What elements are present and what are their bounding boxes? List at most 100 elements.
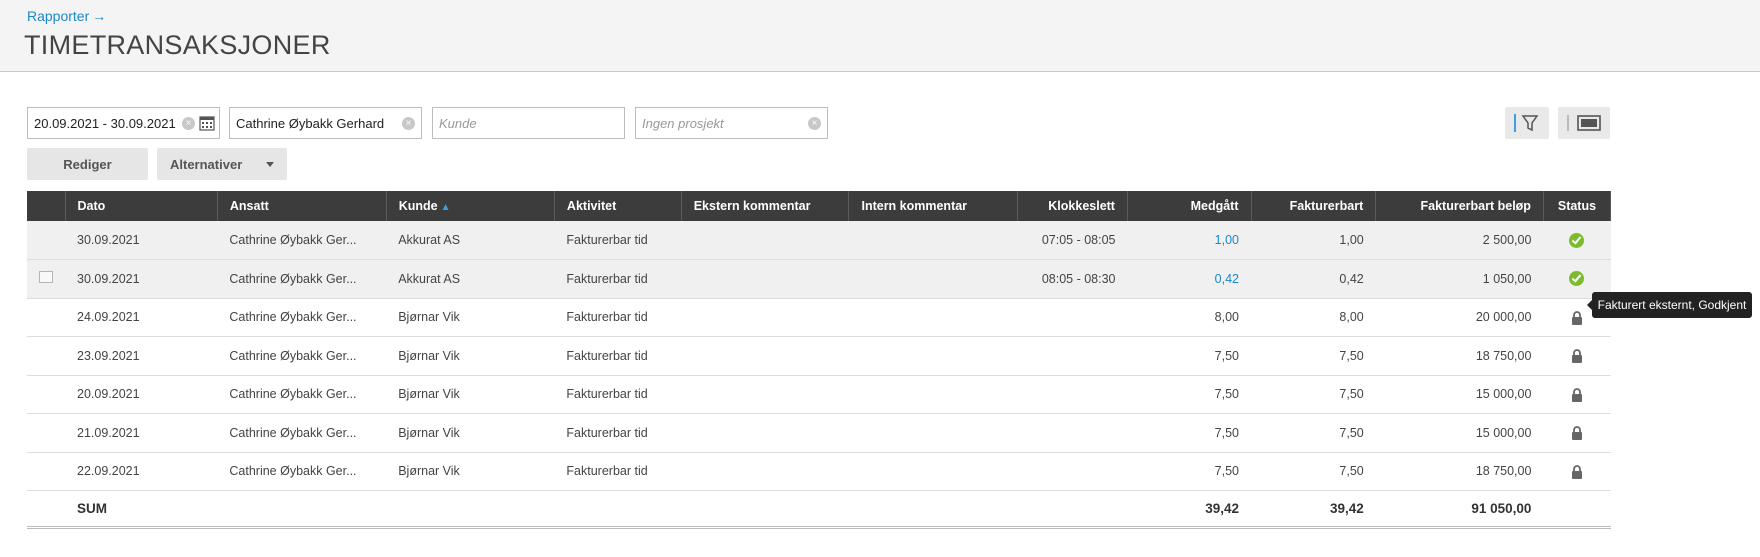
cell-internal-comment bbox=[849, 375, 1018, 414]
cell-date: 30.09.2021 bbox=[77, 233, 140, 247]
col-header-date[interactable]: Dato bbox=[65, 191, 218, 221]
cell-customer: Bjørnar Vik bbox=[398, 464, 460, 479]
col-header-internal-comment[interactable]: Intern kommentar bbox=[848, 191, 1019, 221]
sum-label: SUM bbox=[77, 501, 107, 516]
cell-activity: Fakturerbar tid bbox=[566, 310, 648, 325]
cell-billable: 7,50 bbox=[1339, 348, 1364, 363]
cell-spent: 7,50 bbox=[1214, 348, 1239, 363]
breadcrumb[interactable]: Rapporter → bbox=[27, 8, 106, 24]
col-header-time[interactable]: Klokkeslett bbox=[1017, 191, 1128, 221]
row-select-cell[interactable] bbox=[27, 375, 65, 414]
cell-spent: 7,50 bbox=[1214, 387, 1239, 402]
cell-date: 24.09.2021 bbox=[77, 310, 140, 325]
date-range-value: 20.09.2021 - 30.09.2021 bbox=[34, 115, 176, 131]
sum-row: SUM 39,42 39,42 91 050,00 bbox=[27, 491, 1611, 528]
cell-spent: 8,00 bbox=[1214, 310, 1239, 325]
breadcrumb-link[interactable]: Rapporter bbox=[27, 8, 89, 24]
cell-amount: 15 000,00 bbox=[1475, 425, 1532, 440]
page-title: TIMETRANSAKSJONER bbox=[24, 30, 331, 60]
sort-ascending-icon: ▲ bbox=[440, 202, 451, 213]
col-header-status[interactable]: Status bbox=[1543, 191, 1612, 221]
customer-field[interactable]: Kunde bbox=[432, 107, 625, 139]
table-row[interactable]: 24.09.2021 Cathrine Øybakk Ger... Bjørna… bbox=[27, 298, 1611, 337]
col-header-customer-label: Kunde bbox=[398, 199, 438, 213]
cell-time: 08:05 - 08:30 bbox=[1041, 271, 1116, 286]
cell-employee: Cathrine Øybakk Ger... bbox=[229, 348, 357, 363]
project-value: Ingen prosjekt bbox=[642, 115, 724, 131]
clear-employee-icon[interactable]: × bbox=[402, 117, 415, 130]
edit-button[interactable]: Rediger bbox=[27, 148, 148, 180]
employee-value: Cathrine Øybakk Gerhard bbox=[236, 115, 385, 131]
cell-customer: Akkurat AS bbox=[398, 271, 461, 286]
cell-time bbox=[1018, 298, 1128, 337]
table-row[interactable]: 20.09.2021 Cathrine Øybakk Ger... Bjørna… bbox=[27, 375, 1611, 414]
cell-amount: 1 050,00 bbox=[1482, 271, 1532, 286]
options-label: Alternativer bbox=[170, 156, 243, 172]
row-select-cell[interactable] bbox=[27, 452, 65, 491]
options-dropdown[interactable]: Alternativer bbox=[157, 148, 287, 180]
cell-internal-comment bbox=[849, 452, 1018, 491]
col-header-spent[interactable]: Medgått bbox=[1127, 191, 1252, 221]
row-select-cell[interactable] bbox=[27, 221, 65, 260]
table-header-row: Dato Ansatt Kunde ▲ Aktivitet Ekstern kom… bbox=[27, 191, 1612, 221]
cell-internal-comment bbox=[849, 414, 1018, 453]
cell-external-comment bbox=[681, 452, 849, 491]
row-select-cell[interactable] bbox=[27, 414, 65, 453]
time-transactions-table: Dato Ansatt Kunde ▲ Aktivitet Ekstern kom… bbox=[27, 191, 1612, 529]
table-row[interactable]: 30.09.2021 Cathrine Øybakk Ger... Akkura… bbox=[27, 221, 1611, 260]
lock-icon[interactable] bbox=[1571, 426, 1583, 441]
col-header-billable[interactable]: Fakturerbart bbox=[1251, 191, 1377, 221]
cell-spent-link[interactable]: 0,42 bbox=[1127, 260, 1251, 299]
cell-billable: 0,42 bbox=[1339, 271, 1364, 286]
row-select-cell[interactable] bbox=[27, 298, 65, 337]
table-row[interactable]: 21.09.2021 Cathrine Øybakk Ger... Bjørna… bbox=[27, 414, 1611, 453]
lock-icon[interactable] bbox=[1571, 349, 1583, 364]
caret-down-icon bbox=[266, 162, 274, 167]
clear-date-icon[interactable]: × bbox=[182, 117, 195, 130]
cell-amount: 20 000,00 bbox=[1475, 310, 1532, 325]
col-header-billable-amount[interactable]: Fakturerbart beløp bbox=[1375, 191, 1544, 221]
cell-amount: 18 750,00 bbox=[1475, 348, 1532, 363]
calendar-icon[interactable] bbox=[199, 115, 215, 131]
cell-customer: Bjørnar Vik bbox=[398, 310, 460, 325]
col-header-customer[interactable]: Kunde ▲ bbox=[386, 191, 555, 221]
table-row[interactable]: 30.09.2021 Cathrine Øybakk Ger... Akkura… bbox=[27, 259, 1611, 299]
row-select-cell[interactable] bbox=[27, 260, 65, 299]
cell-status bbox=[1543, 452, 1610, 491]
cell-spent-link[interactable]: 1,00 bbox=[1127, 221, 1251, 260]
cell-billable: 1,00 bbox=[1339, 233, 1364, 247]
employee-field[interactable]: Cathrine Øybakk Gerhard × bbox=[229, 107, 422, 139]
cell-date: 22.09.2021 bbox=[77, 464, 140, 479]
cell-time: 07:05 - 08:05 bbox=[1041, 233, 1116, 247]
cell-status bbox=[1543, 337, 1610, 376]
project-field[interactable]: Ingen prosjekt × bbox=[635, 107, 828, 139]
table-row[interactable]: 22.09.2021 Cathrine Øybakk Ger... Bjørna… bbox=[27, 452, 1611, 491]
lock-icon[interactable] bbox=[1571, 387, 1583, 402]
cell-spent: 7,50 bbox=[1214, 464, 1239, 479]
cell-internal-comment bbox=[849, 221, 1018, 260]
lock-icon[interactable] bbox=[1571, 310, 1583, 325]
approved-check-icon[interactable] bbox=[1569, 271, 1585, 287]
approved-check-icon[interactable] bbox=[1569, 232, 1585, 248]
date-range-field[interactable]: 20.09.2021 - 30.09.2021 × bbox=[27, 107, 220, 139]
cell-status bbox=[1543, 221, 1610, 260]
customer-placeholder: Kunde bbox=[439, 115, 477, 131]
cell-billable: 8,00 bbox=[1339, 310, 1364, 325]
lock-icon[interactable] bbox=[1571, 464, 1583, 479]
row-select-cell[interactable] bbox=[27, 337, 65, 376]
cell-billable: 7,50 bbox=[1339, 464, 1364, 479]
col-header-activity[interactable]: Aktivitet bbox=[554, 191, 682, 221]
cell-external-comment bbox=[681, 414, 849, 453]
table-row[interactable]: 23.09.2021 Cathrine Øybakk Ger... Bjørna… bbox=[27, 337, 1611, 376]
cell-external-comment bbox=[681, 221, 849, 260]
cell-external-comment bbox=[681, 375, 849, 414]
note-icon[interactable] bbox=[39, 271, 53, 284]
col-select bbox=[27, 191, 66, 221]
filter-button[interactable] bbox=[1505, 107, 1549, 139]
cell-external-comment bbox=[681, 298, 849, 337]
col-header-external-comment[interactable]: Ekstern kommentar bbox=[681, 191, 850, 221]
clear-project-icon[interactable]: × bbox=[808, 117, 821, 130]
columns-button[interactable] bbox=[1558, 107, 1610, 139]
col-header-employee[interactable]: Ansatt bbox=[217, 191, 387, 221]
cell-customer: Bjørnar Vik bbox=[398, 425, 460, 440]
